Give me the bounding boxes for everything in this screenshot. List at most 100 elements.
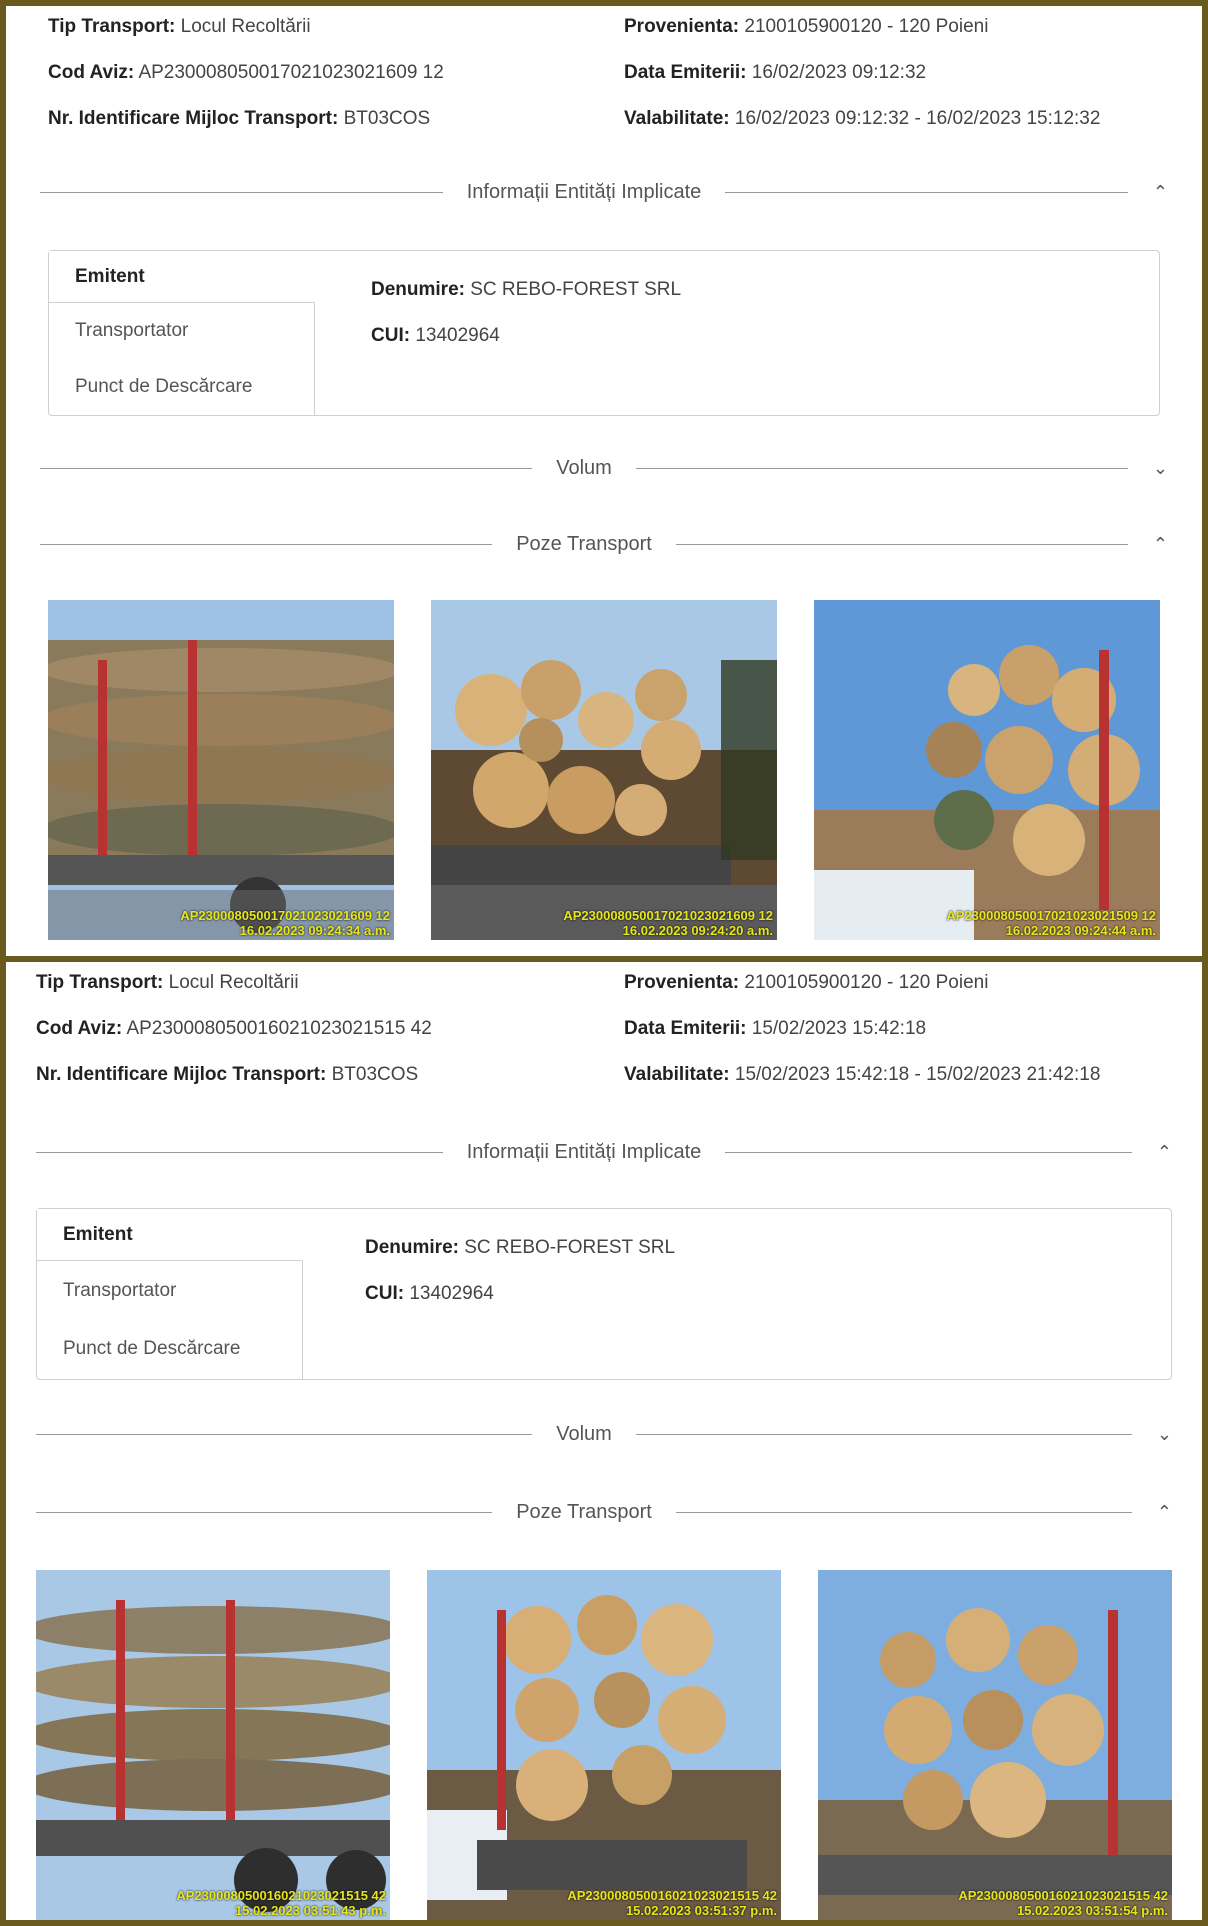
denumire-label: Denumire: (371, 279, 465, 300)
photo-stamp: AP230008050016021023021515 42 15.02.2023… (176, 1888, 386, 1918)
denumire-label: Denumire: (365, 1237, 459, 1258)
entities-tab-list: Emitent Transportator Punct de Descărcar… (37, 1209, 303, 1379)
cui-value: 13402964 (415, 325, 500, 346)
transport-details: Tip Transport: Locul Recoltării Cod Aviz… (6, 6, 1202, 146)
transport-photo[interactable]: AP230008050017021023021509 12 16.02.2023… (814, 600, 1160, 940)
divider-line (675, 1511, 1132, 1513)
photo-time: 16.02.2023 09:24:44 a.m. (1005, 923, 1156, 938)
cui-row: CUI: 13402964 (365, 1283, 675, 1305)
emitent-details: Denumire: SC REBO-FOREST SRL CUI: 134029… (365, 1237, 675, 1329)
cod-aviz-row: Cod Aviz: AP230008050016021023021515 42 (36, 1018, 432, 1040)
tip-transport-value: Locul Recoltării (180, 16, 311, 37)
divider-line (675, 543, 1128, 545)
nr-identificare-value: BT03COS (331, 1064, 419, 1085)
denumire-row: Denumire: SC REBO-FOREST SRL (371, 279, 681, 301)
photo-time: 16.02.2023 09:24:20 a.m. (622, 923, 773, 938)
divider-line (725, 191, 1128, 193)
provenienta-row: Provenienta: 2100105900120 - 120 Poieni (624, 16, 988, 38)
section-header-poze-transport[interactable]: Poze Transport ⌃ (40, 524, 1168, 564)
photo-time: 15.02.2023 03:51:37 p.m. (625, 1903, 777, 1918)
transport-photo[interactable]: AP230008050017021023021609 12 16.02.2023… (431, 600, 777, 940)
cod-aviz-value: AP230008050017021023021609 12 (138, 62, 444, 83)
entities-tab-list: Emitent Transportator Punct de Descărcar… (49, 251, 315, 415)
provenienta-row: Provenienta: 2100105900120 - 120 Poieni (624, 972, 988, 994)
denumire-row: Denumire: SC REBO-FOREST SRL (365, 1237, 675, 1259)
photo-code: AP230008050016021023021515 42 (176, 1888, 386, 1903)
tab-transportator[interactable]: Transportator (37, 1265, 303, 1317)
photo-time: 15.02.2023 03:51:43 p.m. (234, 1903, 386, 1918)
section-header-volum[interactable]: Volum ⌄ (36, 1414, 1172, 1454)
cui-label: CUI: (371, 325, 411, 346)
cui-label: CUI: (365, 1283, 405, 1304)
data-emiterii-value: 16/02/2023 09:12:32 (751, 62, 927, 83)
transport-photo[interactable]: AP230008050016021023021515 42 15.02.2023… (818, 1570, 1172, 1920)
transport-record-2: Tip Transport: Locul Recoltării Cod Aviz… (6, 962, 1202, 1920)
nr-identificare-label: Nr. Identificare Mijloc Transport: (48, 108, 339, 129)
chevron-up-icon[interactable]: ⌃ (1132, 1142, 1172, 1163)
denumire-value: SC REBO-FOREST SRL (464, 1237, 676, 1258)
tab-emitent[interactable]: Emitent (49, 251, 315, 303)
chevron-up-icon[interactable]: ⌃ (1128, 182, 1168, 203)
chevron-up-icon[interactable]: ⌃ (1132, 1502, 1172, 1523)
divider-line (36, 1151, 443, 1153)
cod-aviz-row: Cod Aviz: AP230008050017021023021609 12 (48, 62, 444, 84)
nr-identificare-value: BT03COS (343, 108, 431, 129)
transport-photo[interactable]: AP230008050016021023021515 42 15.02.2023… (427, 1570, 781, 1920)
section-title: Volum (556, 1422, 612, 1445)
timber-load-image (814, 600, 1160, 940)
denumire-value: SC REBO-FOREST SRL (470, 279, 682, 300)
section-header-info-entitati[interactable]: Informații Entități Implicate ⌃ (36, 1132, 1172, 1172)
section-header-info-entitati[interactable]: Informații Entități Implicate ⌃ (40, 172, 1168, 212)
section-header-poze-transport[interactable]: Poze Transport ⌃ (36, 1492, 1172, 1532)
tab-punct-descarcare[interactable]: Punct de Descărcare (37, 1323, 303, 1375)
section-title: Poze Transport (516, 1500, 652, 1523)
cui-value: 13402964 (409, 1283, 494, 1304)
tip-transport-label: Tip Transport: (36, 972, 164, 993)
provenienta-value: 2100105900120 - 120 Poieni (744, 972, 989, 993)
timber-load-image (427, 1570, 781, 1920)
divider-line (725, 1151, 1132, 1153)
nr-identificare-label: Nr. Identificare Mijloc Transport: (36, 1064, 327, 1085)
valabilitate-row: Valabilitate: 15/02/2023 15:42:18 - 15/0… (624, 1064, 1100, 1086)
data-emiterii-label: Data Emiterii: (624, 1018, 747, 1039)
photo-code: AP230008050017021023021609 12 (563, 908, 773, 923)
section-header-volum[interactable]: Volum ⌄ (40, 448, 1168, 488)
chevron-down-icon[interactable]: ⌄ (1132, 1424, 1172, 1445)
photo-code: AP230008050017021023021609 12 (180, 908, 390, 923)
nr-identificare-row: Nr. Identificare Mijloc Transport: BT03C… (36, 1064, 418, 1086)
photo-time: 15.02.2023 03:51:54 p.m. (1016, 1903, 1168, 1918)
photo-stamp: AP230008050017021023021609 12 16.02.2023… (180, 908, 390, 938)
cod-aviz-label: Cod Aviz: (48, 62, 135, 83)
emitent-details: Denumire: SC REBO-FOREST SRL CUI: 134029… (371, 279, 681, 371)
chevron-up-icon[interactable]: ⌃ (1128, 534, 1168, 555)
divider-line (40, 467, 533, 469)
timber-truck-image (36, 1570, 390, 1920)
transport-photos: AP230008050016021023021515 42 15.02.2023… (36, 1570, 1172, 1920)
tab-emitent[interactable]: Emitent (37, 1209, 303, 1261)
transport-record-1: Tip Transport: Locul Recoltării Cod Aviz… (6, 6, 1202, 956)
divider-line (36, 1433, 533, 1435)
provenienta-label: Provenienta: (624, 972, 740, 993)
transport-photo[interactable]: AP230008050017021023021609 12 16.02.2023… (48, 600, 394, 940)
valabilitate-label: Valabilitate: (624, 108, 730, 129)
photo-stamp: AP230008050017021023021509 12 16.02.2023… (946, 908, 1156, 938)
divider-line (40, 543, 493, 545)
data-emiterii-row: Data Emiterii: 16/02/2023 09:12:32 (624, 62, 926, 84)
cod-aviz-value: AP230008050016021023021515 42 (126, 1018, 432, 1039)
chevron-down-icon[interactable]: ⌄ (1128, 458, 1168, 479)
divider-line (40, 191, 443, 193)
valabilitate-value: 16/02/2023 09:12:32 - 16/02/2023 15:12:3… (734, 108, 1101, 129)
entities-tabs-panel: Emitent Transportator Punct de Descărcar… (36, 1208, 1172, 1380)
divider-line (36, 1511, 493, 1513)
timber-truck-image (48, 600, 394, 940)
transport-details: Tip Transport: Locul Recoltării Cod Aviz… (6, 962, 1202, 1102)
tab-transportator[interactable]: Transportator (49, 305, 315, 357)
cui-row: CUI: 13402964 (371, 325, 681, 347)
cod-aviz-label: Cod Aviz: (36, 1018, 123, 1039)
section-title: Informații Entități Implicate (466, 180, 702, 203)
data-emiterii-value: 15/02/2023 15:42:18 (751, 1018, 927, 1039)
section-title: Volum (556, 456, 612, 479)
transport-photos: AP230008050017021023021609 12 16.02.2023… (48, 600, 1160, 940)
tab-punct-descarcare[interactable]: Punct de Descărcare (49, 361, 315, 413)
transport-photo[interactable]: AP230008050016021023021515 42 15.02.2023… (36, 1570, 390, 1920)
